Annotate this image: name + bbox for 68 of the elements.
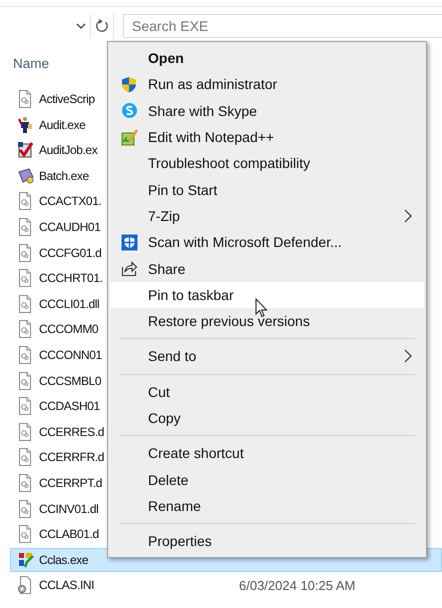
date-modified: 6/03/2024 10:25 AM xyxy=(239,578,356,593)
file-name: CCACTX01. xyxy=(39,194,102,208)
file-name: CCCFG01.d xyxy=(39,246,102,260)
document-icon xyxy=(17,346,34,364)
share-icon xyxy=(120,260,138,278)
document-icon xyxy=(17,372,34,390)
menu-item[interactable]: Create shortcut xyxy=(110,440,424,466)
chevron-down-icon xyxy=(76,23,86,29)
document-icon xyxy=(17,244,34,262)
file-name: CCERRPT.d xyxy=(39,476,102,490)
file-name: CCCHRT01. xyxy=(39,271,103,286)
chevron-right-icon xyxy=(404,208,412,223)
checkmark-app-icon xyxy=(17,141,34,160)
file-name: Batch.exe xyxy=(39,168,89,183)
refresh-button[interactable] xyxy=(90,14,114,38)
figure-icon xyxy=(17,116,34,134)
menu-item[interactable]: Open xyxy=(110,45,424,72)
colorful-app-icon xyxy=(17,550,34,569)
menu-item[interactable]: Delete xyxy=(110,466,424,493)
file-name: CCCONN01 xyxy=(39,348,102,362)
file-name: CCLAB01.d xyxy=(39,527,99,542)
refresh-icon xyxy=(95,19,109,33)
file-name: CCCSMBL0 xyxy=(39,374,102,388)
file-name: CCCOMM0 xyxy=(39,322,98,336)
document-icon xyxy=(17,320,34,338)
menu-item[interactable]: Run as administrator xyxy=(110,71,424,98)
document-icon xyxy=(17,218,34,236)
file-name: CCCLI01.dll xyxy=(39,296,100,311)
file-name: ActiveScrip xyxy=(39,92,95,106)
file-name: CCINV01.dl xyxy=(39,502,98,516)
document-icon xyxy=(17,192,34,210)
document-icon xyxy=(17,474,34,492)
shield-icon xyxy=(120,76,138,93)
menu-item[interactable]: Troubleshoot compatibility xyxy=(110,150,424,176)
file-name: Audit.exe xyxy=(39,118,86,132)
file-name: CCAUDH01 xyxy=(39,220,100,234)
file-name: AuditJob.ex xyxy=(39,143,98,158)
menu-item[interactable]: Edit with Notepad++ xyxy=(110,124,424,150)
menu-item[interactable]: Pin to taskbar xyxy=(110,282,424,308)
document-icon xyxy=(17,397,34,416)
menu-item[interactable]: Copy xyxy=(110,404,424,432)
menu-item[interactable]: Send to xyxy=(110,343,424,370)
chevron-right-icon xyxy=(404,349,412,364)
document-icon xyxy=(17,269,34,288)
menu-item[interactable]: Restore previous versions xyxy=(110,308,424,334)
file-name: CCDASH01 xyxy=(39,399,100,414)
document-icon xyxy=(17,422,34,441)
document-icon xyxy=(17,294,34,313)
menu-item[interactable]: Cut xyxy=(110,378,424,405)
shield-icon xyxy=(120,234,138,251)
notepad-icon xyxy=(120,128,138,146)
menu-item[interactable]: Pin to Start xyxy=(110,176,424,203)
skype-icon xyxy=(120,102,138,120)
menu-item[interactable]: Share with Skype xyxy=(110,98,424,124)
menu-item[interactable]: Share xyxy=(110,255,424,282)
document-icon xyxy=(17,500,34,518)
column-header[interactable]: Name xyxy=(13,56,50,70)
file-name: CCLAS.INI xyxy=(39,578,94,592)
file-name: CCERRFR.d xyxy=(39,450,104,464)
file-name: CCERRES.d xyxy=(39,424,104,439)
document-icon xyxy=(17,90,34,108)
menu-item[interactable]: 7-Zip xyxy=(110,202,424,230)
search-field[interactable]: Search EXE xyxy=(123,14,442,38)
document-icon xyxy=(17,448,34,466)
document-icon xyxy=(17,525,34,544)
menu-item[interactable]: Scan with Microsoft Defender... xyxy=(110,229,424,256)
file-name: Cclas.exe xyxy=(39,552,88,567)
menu-item[interactable]: Rename xyxy=(110,492,424,520)
